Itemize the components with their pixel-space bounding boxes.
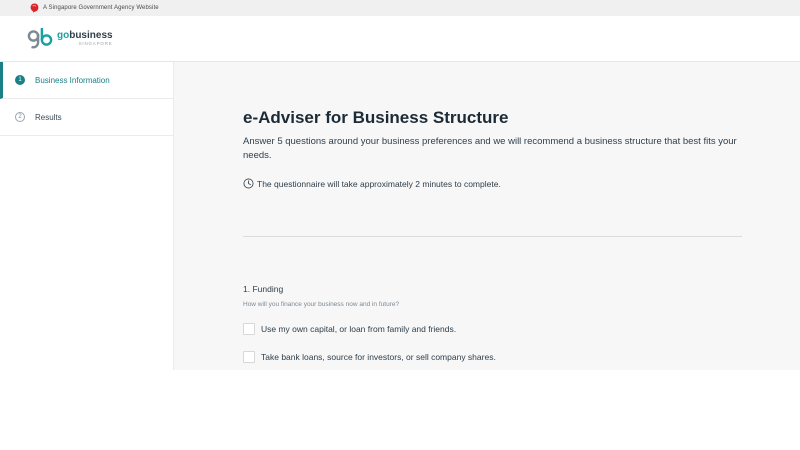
checkbox[interactable]	[243, 323, 255, 335]
question-title: 1. Funding	[243, 284, 284, 294]
time-estimate: The questionnaire will take approximatel…	[243, 178, 501, 189]
step-label: Results	[35, 112, 62, 122]
section-divider	[243, 236, 742, 237]
funding-option-bank-loans[interactable]: Take bank loans, source for investors, o…	[243, 351, 496, 363]
step-number-badge: 1	[15, 75, 25, 85]
gobusiness-logo[interactable]: gobusiness SINGAPORE	[27, 27, 113, 49]
clock-icon	[243, 178, 254, 189]
steps-sidebar: 1 Business Information 2 Results	[0, 62, 174, 370]
site-header: gobusiness SINGAPORE	[0, 16, 800, 62]
checkbox[interactable]	[243, 351, 255, 363]
logo-business-text: business	[69, 29, 113, 41]
question-subtitle: How will you finance your business now a…	[243, 301, 400, 308]
page-description: Answer 5 questions around your business …	[243, 136, 737, 161]
lion-head-icon	[30, 3, 39, 13]
logo-go-text: go	[57, 29, 70, 41]
main-content: e-Adviser for Business Structure Answer …	[174, 62, 800, 370]
logo-wordmark: gobusiness	[57, 30, 113, 41]
funding-option-own-capital[interactable]: Use my own capital, or loan from family …	[243, 323, 456, 335]
logo-subtext: SINGAPORE	[78, 40, 113, 46]
step-label: Business Information	[35, 75, 110, 85]
step-number-badge: 2	[15, 112, 25, 122]
page-title: e-Adviser for Business Structure	[243, 108, 509, 127]
option-label: Take bank loans, source for investors, o…	[261, 352, 496, 362]
masthead-text: A Singapore Government Agency Website	[43, 5, 159, 11]
time-estimate-text: The questionnaire will take approximatel…	[257, 178, 501, 189]
sidebar-step-results[interactable]: 2 Results	[0, 99, 173, 136]
option-label: Use my own capital, or loan from family …	[261, 324, 457, 334]
gobusiness-logo-mark-icon	[27, 28, 53, 49]
gov-masthead: A Singapore Government Agency Website	[0, 0, 800, 16]
sidebar-step-business-information[interactable]: 1 Business Information	[0, 62, 173, 99]
